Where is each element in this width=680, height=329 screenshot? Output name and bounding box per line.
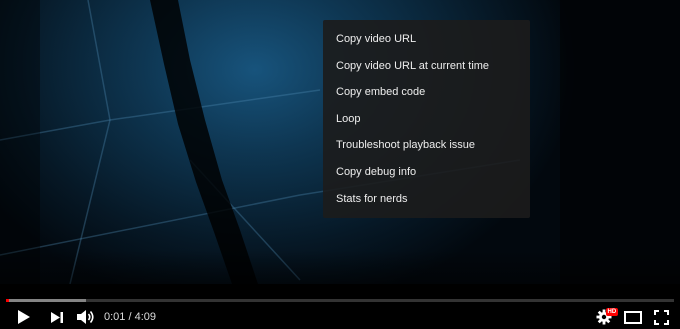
controls-gradient — [0, 250, 680, 329]
menu-item-copy-embed-code[interactable]: Copy embed code — [323, 79, 530, 106]
progress-buffered — [6, 299, 87, 302]
progress-played — [6, 299, 9, 302]
theater-mode-button[interactable] — [622, 306, 644, 328]
video-player[interactable]: Copy video URL Copy video URL at current… — [0, 0, 680, 329]
volume-button[interactable] — [75, 306, 97, 328]
context-menu: Copy video URL Copy video URL at current… — [323, 20, 530, 218]
duration: 4:09 — [134, 311, 157, 323]
menu-item-loop[interactable]: Loop — [323, 106, 530, 133]
menu-item-copy-video-url[interactable]: Copy video URL — [323, 26, 530, 53]
next-icon — [51, 311, 63, 323]
progress-bar[interactable] — [6, 299, 674, 302]
menu-item-copy-debug-info[interactable]: Copy debug info — [323, 159, 530, 186]
play-icon — [18, 310, 30, 324]
current-time: 0:01 — [104, 311, 126, 323]
menu-item-copy-video-url-at-time[interactable]: Copy video URL at current time — [323, 53, 530, 80]
fullscreen-button[interactable] — [650, 306, 672, 328]
next-button[interactable] — [47, 306, 67, 328]
volume-icon — [77, 310, 94, 324]
menu-item-stats-for-nerds[interactable]: Stats for nerds — [323, 186, 530, 213]
time-display: 0:01 / 4:09 — [104, 311, 156, 323]
time-separator: / — [125, 311, 135, 323]
play-button[interactable] — [14, 306, 34, 328]
fullscreen-icon — [653, 309, 669, 325]
theater-mode-icon — [624, 310, 642, 324]
hd-badge: HD — [606, 308, 618, 316]
menu-item-troubleshoot[interactable]: Troubleshoot playback issue — [323, 132, 530, 159]
